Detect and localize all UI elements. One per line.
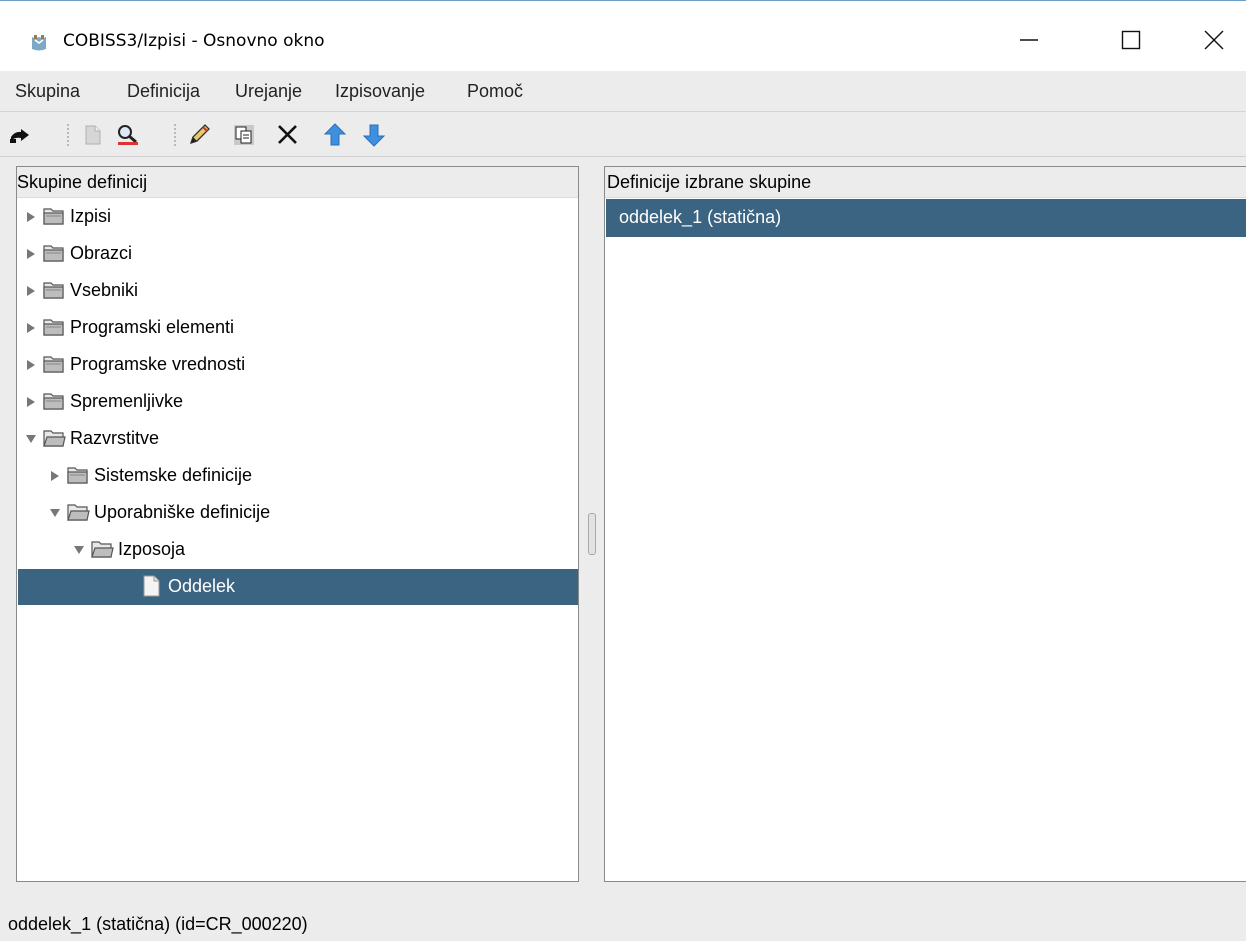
definitions-list-header: Definicije izbrane skupine: [605, 167, 1246, 198]
tree-item-label: Razvrstitve: [70, 428, 160, 448]
minimize-button[interactable]: [1006, 17, 1052, 63]
groups-tree-header-label: Skupine definicij: [17, 172, 148, 192]
collapsed-arrow-icon[interactable]: [49, 470, 61, 482]
tree-item-label: Vsebniki: [70, 280, 139, 300]
copy-button[interactable]: [231, 122, 257, 148]
expanded-arrow-icon[interactable]: [73, 544, 85, 556]
folder-icon: [67, 467, 88, 484]
close-icon: [1204, 30, 1224, 50]
tree-item-label: Sistemske definicije: [94, 465, 253, 485]
menu-urejanje[interactable]: Urejanje: [235, 81, 302, 102]
move-down-arrow-icon: [362, 124, 386, 147]
tree-item[interactable]: Sistemske definicije: [18, 458, 578, 494]
definitions-list-panel: Definicije izbrane skupine oddelek_1 (st…: [604, 166, 1246, 882]
tree-item-label: Izpisi: [70, 206, 112, 226]
folder-icon: [43, 319, 64, 336]
menu-skupina[interactable]: Skupina: [15, 81, 80, 102]
groups-tree-header: Skupine definicij: [17, 167, 578, 198]
main-window: COBISS3/Izpisi - Osnovno okno Skupina De…: [0, 0, 1246, 940]
folder-icon: [43, 208, 64, 225]
tree-item[interactable]: Izposoja: [18, 532, 578, 568]
tree-item-label: Obrazci: [70, 243, 133, 263]
exit-button[interactable]: [7, 122, 33, 148]
tree-item-label: Izposoja: [118, 539, 186, 559]
maximize-icon: [1121, 30, 1141, 50]
folder-icon: [43, 245, 64, 262]
edit-button[interactable]: [186, 122, 212, 148]
list-item[interactable]: oddelek_1 (statična): [606, 199, 1246, 237]
move-up-arrow-icon: [323, 123, 347, 146]
expanded-arrow-icon[interactable]: [25, 433, 37, 445]
folder-icon: [43, 356, 64, 373]
maximize-button[interactable]: [1108, 17, 1154, 63]
collapsed-arrow-icon[interactable]: [25, 285, 37, 297]
close-button[interactable]: [1191, 17, 1237, 63]
tree-item[interactable]: Uporabniške definicije: [18, 495, 578, 531]
title-bar[interactable]: COBISS3/Izpisi - Osnovno okno: [0, 1, 1246, 71]
minimize-icon: [1020, 39, 1038, 41]
search-magnifier-icon: [118, 125, 138, 145]
delete-button[interactable]: [275, 122, 301, 148]
move-down-button[interactable]: [361, 122, 387, 148]
menu-bar: Skupina Definicija Urejanje Izpisovanje …: [0, 71, 1246, 112]
move-up-button[interactable]: [322, 122, 348, 148]
folder-icon: [43, 282, 64, 299]
copy-icon: [234, 125, 254, 145]
tree-item[interactable]: Programski elementi: [18, 310, 578, 346]
toolbar-separator: [67, 124, 69, 146]
collapsed-arrow-icon[interactable]: [25, 248, 37, 260]
tree-item-label: Programske vrednosti: [70, 354, 246, 374]
tree-item-label: Oddelek: [168, 576, 236, 596]
cobiss-app-icon: [32, 35, 46, 51]
open-folder-icon: [43, 430, 66, 447]
tree-item[interactable]: Oddelek: [18, 569, 578, 605]
edit-pencil-icon: [189, 124, 210, 145]
delete-x-icon: [278, 125, 297, 144]
expanded-arrow-icon[interactable]: [49, 507, 61, 519]
new-document-icon: [85, 125, 101, 145]
collapsed-arrow-icon[interactable]: [25, 322, 37, 334]
pane-splitter[interactable]: [585, 161, 599, 886]
search-button[interactable]: [115, 122, 141, 148]
menu-izpisovanje[interactable]: Izpisovanje: [335, 81, 425, 102]
tree-item[interactable]: Programske vrednosti: [18, 347, 578, 383]
document-icon: [143, 575, 160, 597]
collapsed-arrow-icon[interactable]: [25, 359, 37, 371]
toolbar: [0, 112, 1246, 157]
tree-item[interactable]: Razvrstitve: [18, 421, 578, 457]
tree-item-label: Spremenljivke: [70, 391, 184, 411]
menu-definicija[interactable]: Definicija: [127, 81, 200, 102]
toolbar-separator: [174, 124, 176, 146]
folder-icon: [43, 393, 64, 410]
status-text: oddelek_1 (statična) (id=CR_000220): [8, 914, 308, 934]
list-item-label: oddelek_1 (statična): [619, 207, 782, 227]
window-title: COBISS3/Izpisi - Osnovno okno: [63, 31, 325, 51]
tree-item[interactable]: Spremenljivke: [18, 384, 578, 420]
tree-item-label: Uporabniške definicije: [94, 502, 271, 522]
open-folder-icon: [91, 541, 114, 558]
tree-item[interactable]: Vsebniki: [18, 273, 578, 309]
groups-tree-panel: Skupine definicij Izpisi Obrazci Vsebniki P…: [16, 166, 579, 882]
exit-door-icon: [10, 129, 29, 143]
menu-pomoc[interactable]: Pomoč: [467, 81, 523, 102]
status-bar: oddelek_1 (statična) (id=CR_000220): [0, 902, 1246, 941]
definitions-list-header-label: Definicije izbrane skupine: [607, 172, 812, 192]
splitter-grip[interactable]: [588, 513, 596, 555]
collapsed-arrow-icon[interactable]: [25, 396, 37, 408]
new-button[interactable]: [80, 122, 106, 148]
tree-item[interactable]: Obrazci: [18, 236, 578, 272]
tree-item-label: Programski elementi: [70, 317, 235, 337]
collapsed-arrow-icon[interactable]: [25, 211, 37, 223]
open-folder-icon: [67, 504, 90, 521]
tree-item[interactable]: Izpisi: [18, 199, 578, 235]
